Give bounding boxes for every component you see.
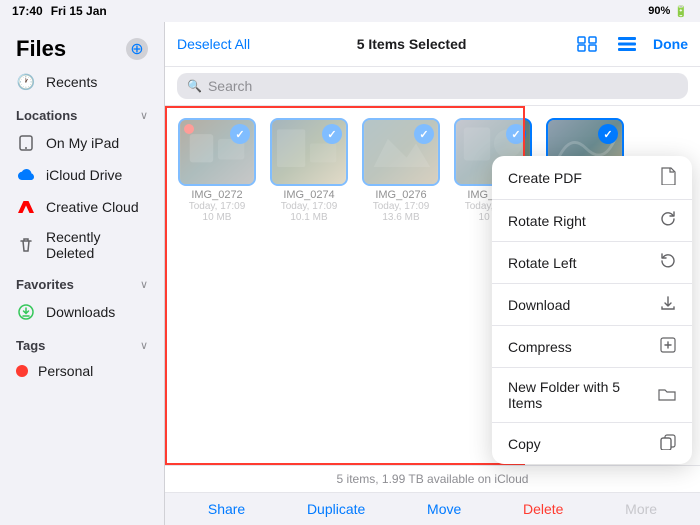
toolbar-right: Done (573, 30, 688, 58)
add-button[interactable]: ⊕ (126, 38, 148, 60)
more-button[interactable]: More (625, 501, 657, 517)
sidebar-item-ipad[interactable]: On My iPad (0, 127, 164, 159)
context-menu: Create PDF Rotate Right (492, 156, 692, 464)
personal-label: Personal (38, 363, 93, 379)
favorites-section-header[interactable]: Favorites ∨ (0, 273, 164, 296)
sidebar-header: Files ⊕ (0, 30, 164, 66)
locations-section-header[interactable]: Locations ∨ (0, 104, 164, 127)
rotate-right-label: Rotate Right (508, 213, 586, 229)
favorites-section: Favorites ∨ Downloads (0, 273, 164, 328)
downloads-icon (16, 302, 36, 322)
ipad-icon (16, 133, 36, 153)
compress-icon (660, 337, 676, 356)
move-button[interactable]: Move (427, 501, 461, 517)
main-content: Deselect All 5 Items Selected (165, 22, 700, 525)
search-input-wrapper[interactable]: 🔍 (177, 73, 688, 99)
context-menu-rotate-right[interactable]: Rotate Right (492, 200, 692, 242)
search-bar: 🔍 (165, 67, 700, 106)
copy-icon (660, 434, 676, 453)
creative-cloud-icon (16, 197, 36, 217)
favorites-chevron: ∨ (140, 278, 148, 291)
search-input[interactable] (208, 78, 678, 94)
tags-section-header[interactable]: Tags ∨ (0, 334, 164, 357)
sidebar-item-creative-cloud[interactable]: Creative Cloud (0, 191, 164, 223)
bottom-area: 5 items, 1.99 TB available on iCloud Sha… (165, 465, 700, 525)
sidebar-item-downloads[interactable]: Downloads (0, 296, 164, 328)
context-menu-overlay: Create PDF Rotate Right (165, 106, 700, 465)
clock-icon: 🕐 (16, 72, 36, 92)
locations-chevron: ∨ (140, 109, 148, 122)
create-pdf-icon (660, 167, 676, 188)
sidebar-item-icloud[interactable]: iCloud Drive (0, 159, 164, 191)
list-view-button[interactable] (613, 30, 641, 58)
tags-title: Tags (16, 338, 45, 353)
creative-cloud-label: Creative Cloud (46, 199, 139, 215)
recents-label: Recents (46, 74, 97, 90)
create-pdf-label: Create PDF (508, 170, 582, 186)
icloud-icon (16, 165, 36, 185)
context-menu-download[interactable]: Download (492, 284, 692, 326)
context-menu-create-pdf[interactable]: Create PDF (492, 156, 692, 200)
app-container: Files ⊕ 🕐 Recents Locations ∨ (0, 22, 700, 525)
context-menu-backdrop (165, 106, 525, 465)
rotate-left-icon (660, 253, 676, 272)
new-folder-label: New Folder with 5 Items (508, 379, 658, 411)
delete-button[interactable]: Delete (523, 501, 563, 517)
done-button[interactable]: Done (653, 36, 688, 52)
context-menu-compress[interactable]: Compress (492, 326, 692, 368)
app-title: Files (16, 36, 66, 62)
battery-icon: 🔋 (674, 5, 688, 18)
add-icon: ⊕ (130, 39, 143, 59)
new-folder-icon (658, 387, 676, 404)
status-right-area: 90% 🔋 (648, 5, 688, 18)
status-bar: 17:40 Fri 15 Jan 90% 🔋 (0, 0, 700, 22)
deselect-all-button[interactable]: Deselect All (177, 36, 250, 52)
ipad-label: On My iPad (46, 135, 119, 151)
status-time-area: 17:40 Fri 15 Jan (12, 4, 107, 18)
trash-icon (16, 235, 36, 255)
copy-label: Copy (508, 436, 541, 452)
icloud-label: iCloud Drive (46, 167, 122, 183)
locations-title: Locations (16, 108, 77, 123)
toolbar-left: Deselect All (177, 36, 250, 52)
toolbar: Deselect All 5 Items Selected (165, 22, 700, 67)
context-menu-rotate-left[interactable]: Rotate Left (492, 242, 692, 284)
downloads-label: Downloads (46, 304, 115, 320)
battery-percent: 90% (648, 5, 670, 17)
sidebar-item-recents[interactable]: 🕐 Recents (0, 66, 164, 98)
selection-count: 5 Items Selected (357, 36, 467, 52)
context-menu-copy[interactable]: Copy (492, 423, 692, 464)
tags-section: Tags ∨ Personal (0, 334, 164, 385)
view-toggle-button[interactable] (573, 30, 601, 58)
status-day: Fri 15 Jan (51, 4, 107, 18)
rotate-left-label: Rotate Left (508, 255, 577, 271)
compress-label: Compress (508, 339, 572, 355)
tags-chevron: ∨ (140, 339, 148, 352)
sidebar-item-personal[interactable]: Personal (0, 357, 164, 385)
download-label: Download (508, 297, 570, 313)
personal-dot-icon (16, 365, 28, 377)
recently-deleted-label: Recently Deleted (46, 229, 148, 261)
file-grid: ✓ IMG_0272 Today, 17:09 10 MB (165, 106, 700, 465)
duplicate-button[interactable]: Duplicate (307, 501, 365, 517)
status-time: 17:40 (12, 4, 43, 18)
share-button[interactable]: Share (208, 501, 245, 517)
sidebar: Files ⊕ 🕐 Recents Locations ∨ (0, 22, 165, 525)
download-icon (660, 295, 676, 314)
search-icon: 🔍 (187, 79, 202, 93)
favorites-title: Favorites (16, 277, 74, 292)
bottom-toolbar: Share Duplicate Move Delete More (165, 492, 700, 525)
locations-section: Locations ∨ On My iPad iCloud (0, 104, 164, 267)
sidebar-item-recently-deleted[interactable]: Recently Deleted (0, 223, 164, 267)
context-menu-new-folder[interactable]: New Folder with 5 Items (492, 368, 692, 423)
bottom-status: 5 items, 1.99 TB available on iCloud (165, 466, 700, 492)
rotate-right-icon (660, 211, 676, 230)
